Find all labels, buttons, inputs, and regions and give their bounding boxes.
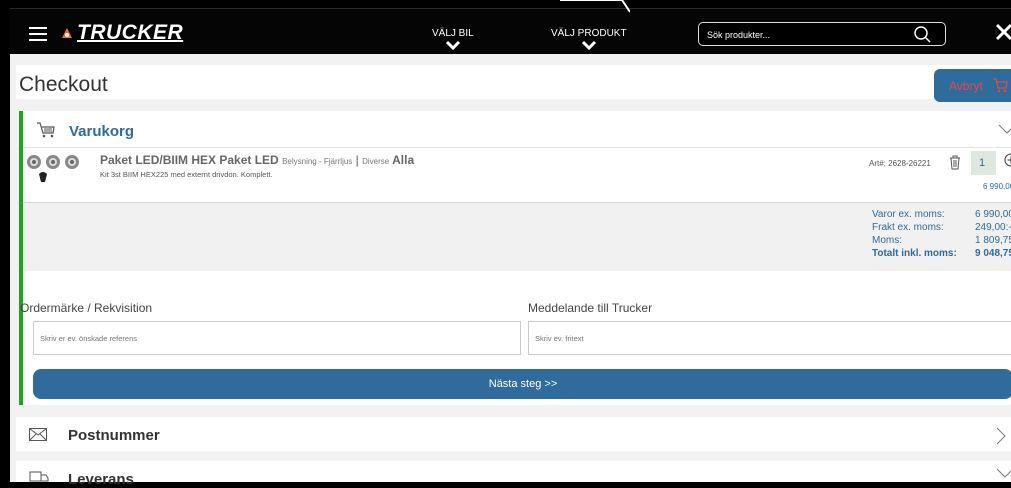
product-thumbnail xyxy=(27,155,79,182)
order-reference-label: Ordermärke / Rekvisition xyxy=(20,301,153,315)
shopping-cart-icon xyxy=(37,122,55,138)
valj-produkt-label: VÄLJ PRODUKT xyxy=(551,28,627,39)
chevron-down-icon xyxy=(996,468,1011,478)
valj-bil-label: VÄLJ BIL xyxy=(432,28,474,39)
totals-row: Moms:1 809,75:- xyxy=(872,235,1011,246)
article-number: Art#: 2628-26221 xyxy=(869,159,931,168)
leverans-title: Leverans xyxy=(68,471,134,488)
checkout-header: Checkout xyxy=(16,65,1011,99)
cart-section-title: Varukorg xyxy=(69,123,135,140)
product-title: Paket LED/BIIM HEX Paket LED xyxy=(100,153,279,167)
truck-icon xyxy=(29,471,49,482)
cancel-label: Avbryt xyxy=(949,79,983,93)
quantity-field[interactable]: 1 xyxy=(971,151,996,175)
product-name[interactable]: Paket LED/BIIM HEX Paket LED Belysning -… xyxy=(100,153,414,167)
close-icon[interactable] xyxy=(994,21,1011,43)
order-totals: Varor ex. moms:6 990,00:- Frakt ex. moms… xyxy=(23,203,1011,271)
logo-mark-icon xyxy=(62,28,72,38)
order-reference-input[interactable] xyxy=(33,321,521,355)
chevron-down-icon xyxy=(445,40,460,50)
plus-circle-icon[interactable] xyxy=(1004,153,1011,167)
trucker-logo[interactable]: TRUCKER xyxy=(60,21,183,45)
item-price: 6 990,00 xyxy=(983,182,1011,191)
cart-icon xyxy=(993,78,1008,93)
search-icon[interactable] xyxy=(913,25,931,43)
totals-row: Frakt ex. moms: 249,00:- xyxy=(872,222,1011,233)
cart-item-row: Paket LED/BIIM HEX Paket LED Belysning -… xyxy=(23,148,1011,203)
totals-row-grand-total: Totalt inkl. moms:9 048,75:- xyxy=(872,248,1011,259)
product-category: Belysning - Fjärrljus xyxy=(282,157,353,166)
cart-section: Varukorg Paket LED/BIIM HEX Paket LED Be… xyxy=(19,111,1011,405)
pointer-line-decoration xyxy=(560,0,630,13)
totals-row: Varor ex. moms:6 990,00:- xyxy=(872,209,1011,220)
cancel-button[interactable]: Avbryt xyxy=(934,69,1011,102)
valj-bil-menu[interactable]: VÄLJ BIL xyxy=(432,28,474,50)
product-subcategory: Diverse xyxy=(362,157,390,166)
postnummer-title: Postnummer xyxy=(68,427,160,444)
quantity-value: 1 xyxy=(979,157,986,169)
trash-icon[interactable] xyxy=(949,155,961,170)
checkout-page: Checkout Avbryt Varukorg Paket LED/BIIM … xyxy=(10,54,1011,488)
next-step-button[interactable]: Nästa steg >> xyxy=(33,369,1011,399)
search-box xyxy=(698,22,946,46)
search-input[interactable] xyxy=(705,26,899,43)
chevron-down-icon xyxy=(581,40,596,50)
top-navigation-bar: TRUCKER VÄLJ BIL VÄLJ PRODUKT xyxy=(0,0,1011,55)
hamburger-menu-icon[interactable] xyxy=(29,27,47,41)
postnummer-section[interactable]: Postnummer xyxy=(16,417,1011,451)
envelope-icon xyxy=(29,428,47,441)
message-input[interactable] xyxy=(528,321,1011,355)
product-fitment: Alla xyxy=(392,153,415,167)
valj-produkt-menu[interactable]: VÄLJ PRODUKT xyxy=(551,28,627,50)
brand-name: TRUCKER xyxy=(77,21,184,44)
cart-section-header[interactable]: Varukorg xyxy=(23,111,1011,148)
product-description: Kit 3st BIIM HEX225 med externt drivdon.… xyxy=(100,170,273,179)
chevron-down-icon xyxy=(998,124,1011,134)
chevron-right-icon xyxy=(996,427,1006,445)
leverans-section[interactable]: Leverans xyxy=(16,461,1011,488)
category-divider: | xyxy=(355,153,359,167)
message-label: Meddelande till Trucker xyxy=(528,301,653,315)
page-title: Checkout xyxy=(19,73,108,96)
